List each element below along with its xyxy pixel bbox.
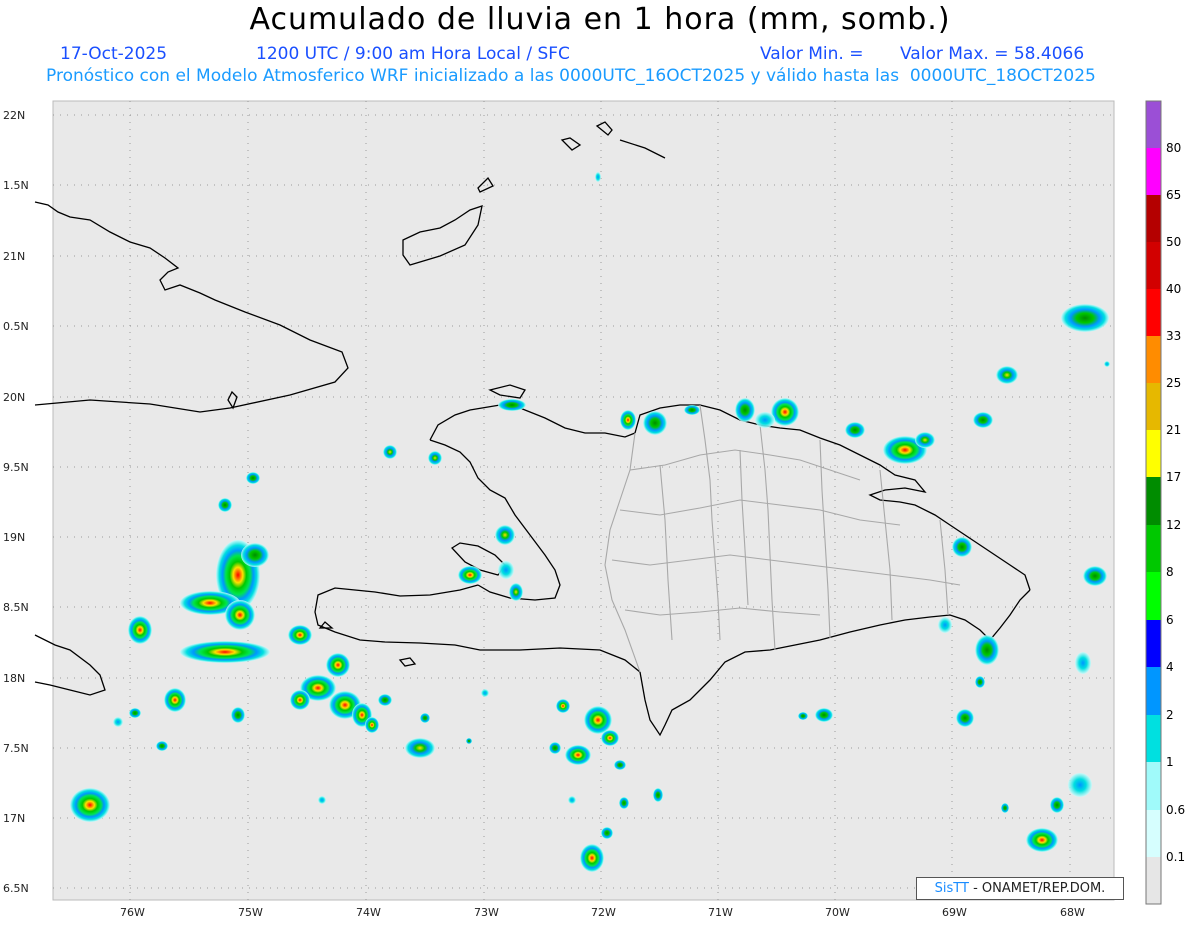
svg-text:20N: 20N	[3, 391, 25, 404]
colorbar: 0.1 0.6 1 2 4 6 8 12 17 21 25 33 40 50 6…	[1145, 100, 1185, 905]
svg-text:70W: 70W	[825, 906, 850, 919]
svg-text:74W: 74W	[356, 906, 381, 919]
svg-text:7.5N: 7.5N	[3, 742, 29, 755]
svg-text:22N: 22N	[3, 109, 25, 122]
svg-text:69W: 69W	[942, 906, 967, 919]
svg-text:4: 4	[1166, 660, 1174, 674]
svg-text:8.5N: 8.5N	[3, 601, 29, 614]
svg-text:2: 2	[1166, 708, 1174, 722]
svg-text:33: 33	[1166, 329, 1181, 343]
svg-text:17N: 17N	[3, 812, 25, 825]
svg-text:72W: 72W	[591, 906, 616, 919]
svg-text:25: 25	[1166, 376, 1181, 390]
svg-text:1: 1	[1166, 755, 1174, 769]
svg-text:21: 21	[1166, 423, 1181, 437]
credit-box: SisTT - ONAMET/REP.DOM.	[916, 877, 1124, 900]
svg-text:76W: 76W	[120, 906, 145, 919]
svg-text:18N: 18N	[3, 672, 25, 685]
svg-text:75W: 75W	[238, 906, 263, 919]
svg-text:80: 80	[1166, 141, 1181, 155]
map-figure: 22N 1.5N 21N 0.5N 20N 9.5N 19N 8.5N 18N …	[3, 100, 1185, 919]
svg-text:1.5N: 1.5N	[3, 179, 29, 192]
svg-text:0.5N: 0.5N	[3, 320, 29, 333]
svg-text:0.1: 0.1	[1166, 850, 1185, 864]
credit-brand: SisTT	[934, 881, 969, 896]
longitude-labels: 76W 75W 74W 73W 72W 71W 70W 69W 68W	[120, 906, 1085, 919]
svg-text:17: 17	[1166, 470, 1181, 484]
svg-text:6.5N: 6.5N	[3, 882, 29, 895]
svg-text:9.5N: 9.5N	[3, 461, 29, 474]
svg-text:6: 6	[1166, 613, 1174, 627]
svg-text:73W: 73W	[474, 906, 499, 919]
map-background	[52, 100, 1115, 901]
svg-text:12: 12	[1166, 518, 1181, 532]
svg-text:68W: 68W	[1060, 906, 1085, 919]
credit-text: - ONAMET/REP.DOM.	[973, 881, 1106, 896]
svg-text:50: 50	[1166, 235, 1181, 249]
svg-text:40: 40	[1166, 282, 1181, 296]
svg-text:0.6: 0.6	[1166, 803, 1185, 817]
svg-text:8: 8	[1166, 565, 1174, 579]
svg-text:19N: 19N	[3, 531, 25, 544]
svg-text:65: 65	[1166, 188, 1181, 202]
svg-text:21N: 21N	[3, 250, 25, 263]
svg-text:71W: 71W	[708, 906, 733, 919]
latitude-labels: 22N 1.5N 21N 0.5N 20N 9.5N 19N 8.5N 18N …	[3, 109, 29, 895]
